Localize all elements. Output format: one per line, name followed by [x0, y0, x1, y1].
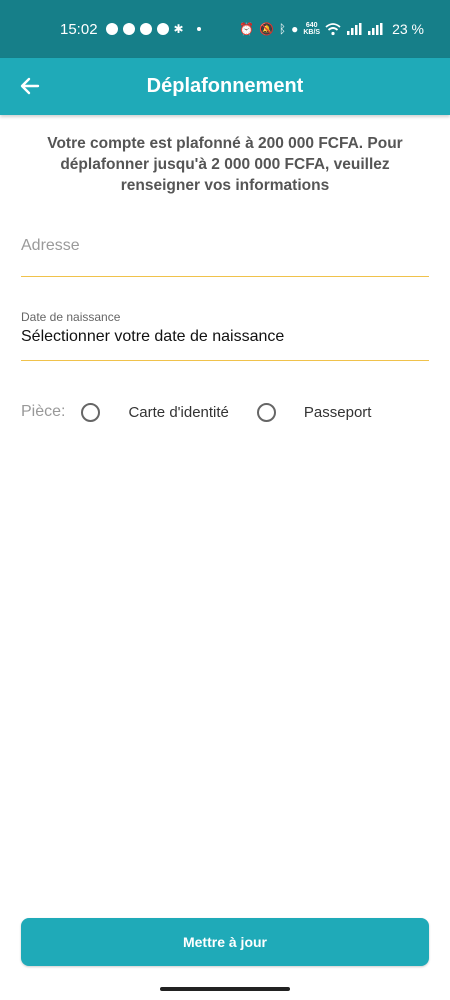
- page-title: Déplafonnement: [146, 75, 304, 97]
- facebook-icon: [139, 23, 152, 35]
- signal-icon: [347, 23, 362, 35]
- submit-button[interactable]: Mettre à jour: [21, 918, 429, 966]
- notification-icons: ✱: [105, 22, 201, 36]
- system-icons: ⏰ 🔕 ᛒ ● 640 KB/S 23 %: [239, 21, 424, 37]
- home-indicator: [160, 987, 290, 991]
- whatsapp-icon: [105, 23, 118, 35]
- battery-level: 23 %: [392, 21, 424, 37]
- wifi-icon: [325, 22, 341, 35]
- address-field[interactable]: [21, 226, 429, 277]
- address-input[interactable]: [21, 226, 429, 266]
- piece-radio-group: Pièce: Carte d'identité Passeport: [21, 400, 371, 424]
- intro-text: Votre compte est plafonné à 200 000 FCFA…: [47, 135, 403, 194]
- location-icon: ●: [291, 22, 299, 36]
- birth-date-value[interactable]: Sélectionner votre date de naissance: [21, 328, 429, 346]
- mute-icon: 🔕: [258, 22, 274, 36]
- network-speed-value: 640: [305, 22, 318, 29]
- radio-label-passeport[interactable]: Passeport: [304, 404, 372, 421]
- signal-icon: [368, 23, 383, 35]
- status-time: 15:02: [60, 20, 98, 38]
- app-bar: Déplafonnement: [0, 58, 450, 115]
- network-speed-unit: KB/S: [303, 29, 321, 36]
- bluetooth-icon: ᛒ: [278, 22, 287, 36]
- birth-date-field[interactable]: Date de naissance Sélectionner votre dat…: [21, 306, 429, 361]
- tools-icon: ✱: [173, 22, 184, 36]
- birth-date-label: Date de naissance: [21, 310, 121, 324]
- alarm-icon: ⏰: [238, 22, 254, 36]
- network-speed: 640 KB/S: [303, 22, 320, 36]
- status-bar: 15:02 ✱ ⏰ 🔕 ᛒ ● 640 KB/S 23 %: [0, 0, 450, 58]
- back-button[interactable]: [18, 74, 42, 98]
- more-notifications-icon: [196, 27, 201, 31]
- piece-label: Pièce:: [21, 403, 66, 420]
- radio-carte-identite[interactable]: [81, 402, 101, 422]
- radio-label-carte-identite[interactable]: Carte d'identité: [128, 404, 228, 421]
- play-store-icon: [156, 23, 169, 35]
- messenger-icon: [122, 23, 135, 35]
- arrow-left-icon: [20, 77, 40, 95]
- radio-passeport[interactable]: [256, 402, 276, 422]
